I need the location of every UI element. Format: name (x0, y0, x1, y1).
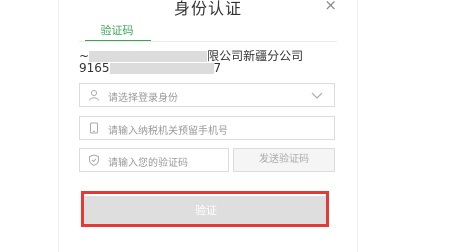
user-icon (89, 90, 99, 101)
send-code-button[interactable]: 发送验证码 (233, 148, 335, 172)
tax-id-prefix: 9165 (79, 61, 110, 75)
redacted-block (109, 63, 214, 74)
tax-id-suffix: 7 (213, 61, 222, 75)
phone-input[interactable]: 请输入纳税机关预留手机号 (79, 116, 335, 140)
identity-select[interactable]: 请选择登录身份 (79, 83, 335, 107)
shield-check-icon (89, 154, 99, 166)
dialog-title: 身份认证 (173, 0, 242, 18)
verification-code-input[interactable]: 请输入您的验证码 (79, 148, 229, 172)
tab-verification-code[interactable]: 验证码 (87, 22, 147, 38)
verification-code-placeholder: 请输入您的验证码 (108, 158, 188, 169)
company-name: ~ 限公司新疆分公司 (79, 47, 349, 63)
identity-auth-dialog: 身份认证 × 验证码 ~ 限公司新疆分公司 9165 7 请选择登录身份 请输入纳税… (58, 0, 358, 252)
tax-id: 9165 7 (79, 61, 349, 75)
chevron-down-icon (311, 92, 323, 99)
tab-divider (79, 41, 337, 42)
close-icon[interactable]: × (324, 0, 337, 14)
highlight-box (81, 191, 329, 227)
phone-icon (90, 122, 98, 134)
phone-input-placeholder: 请输入纳税机关预留手机号 (108, 126, 228, 137)
identity-select-placeholder: 请选择登录身份 (108, 93, 178, 104)
